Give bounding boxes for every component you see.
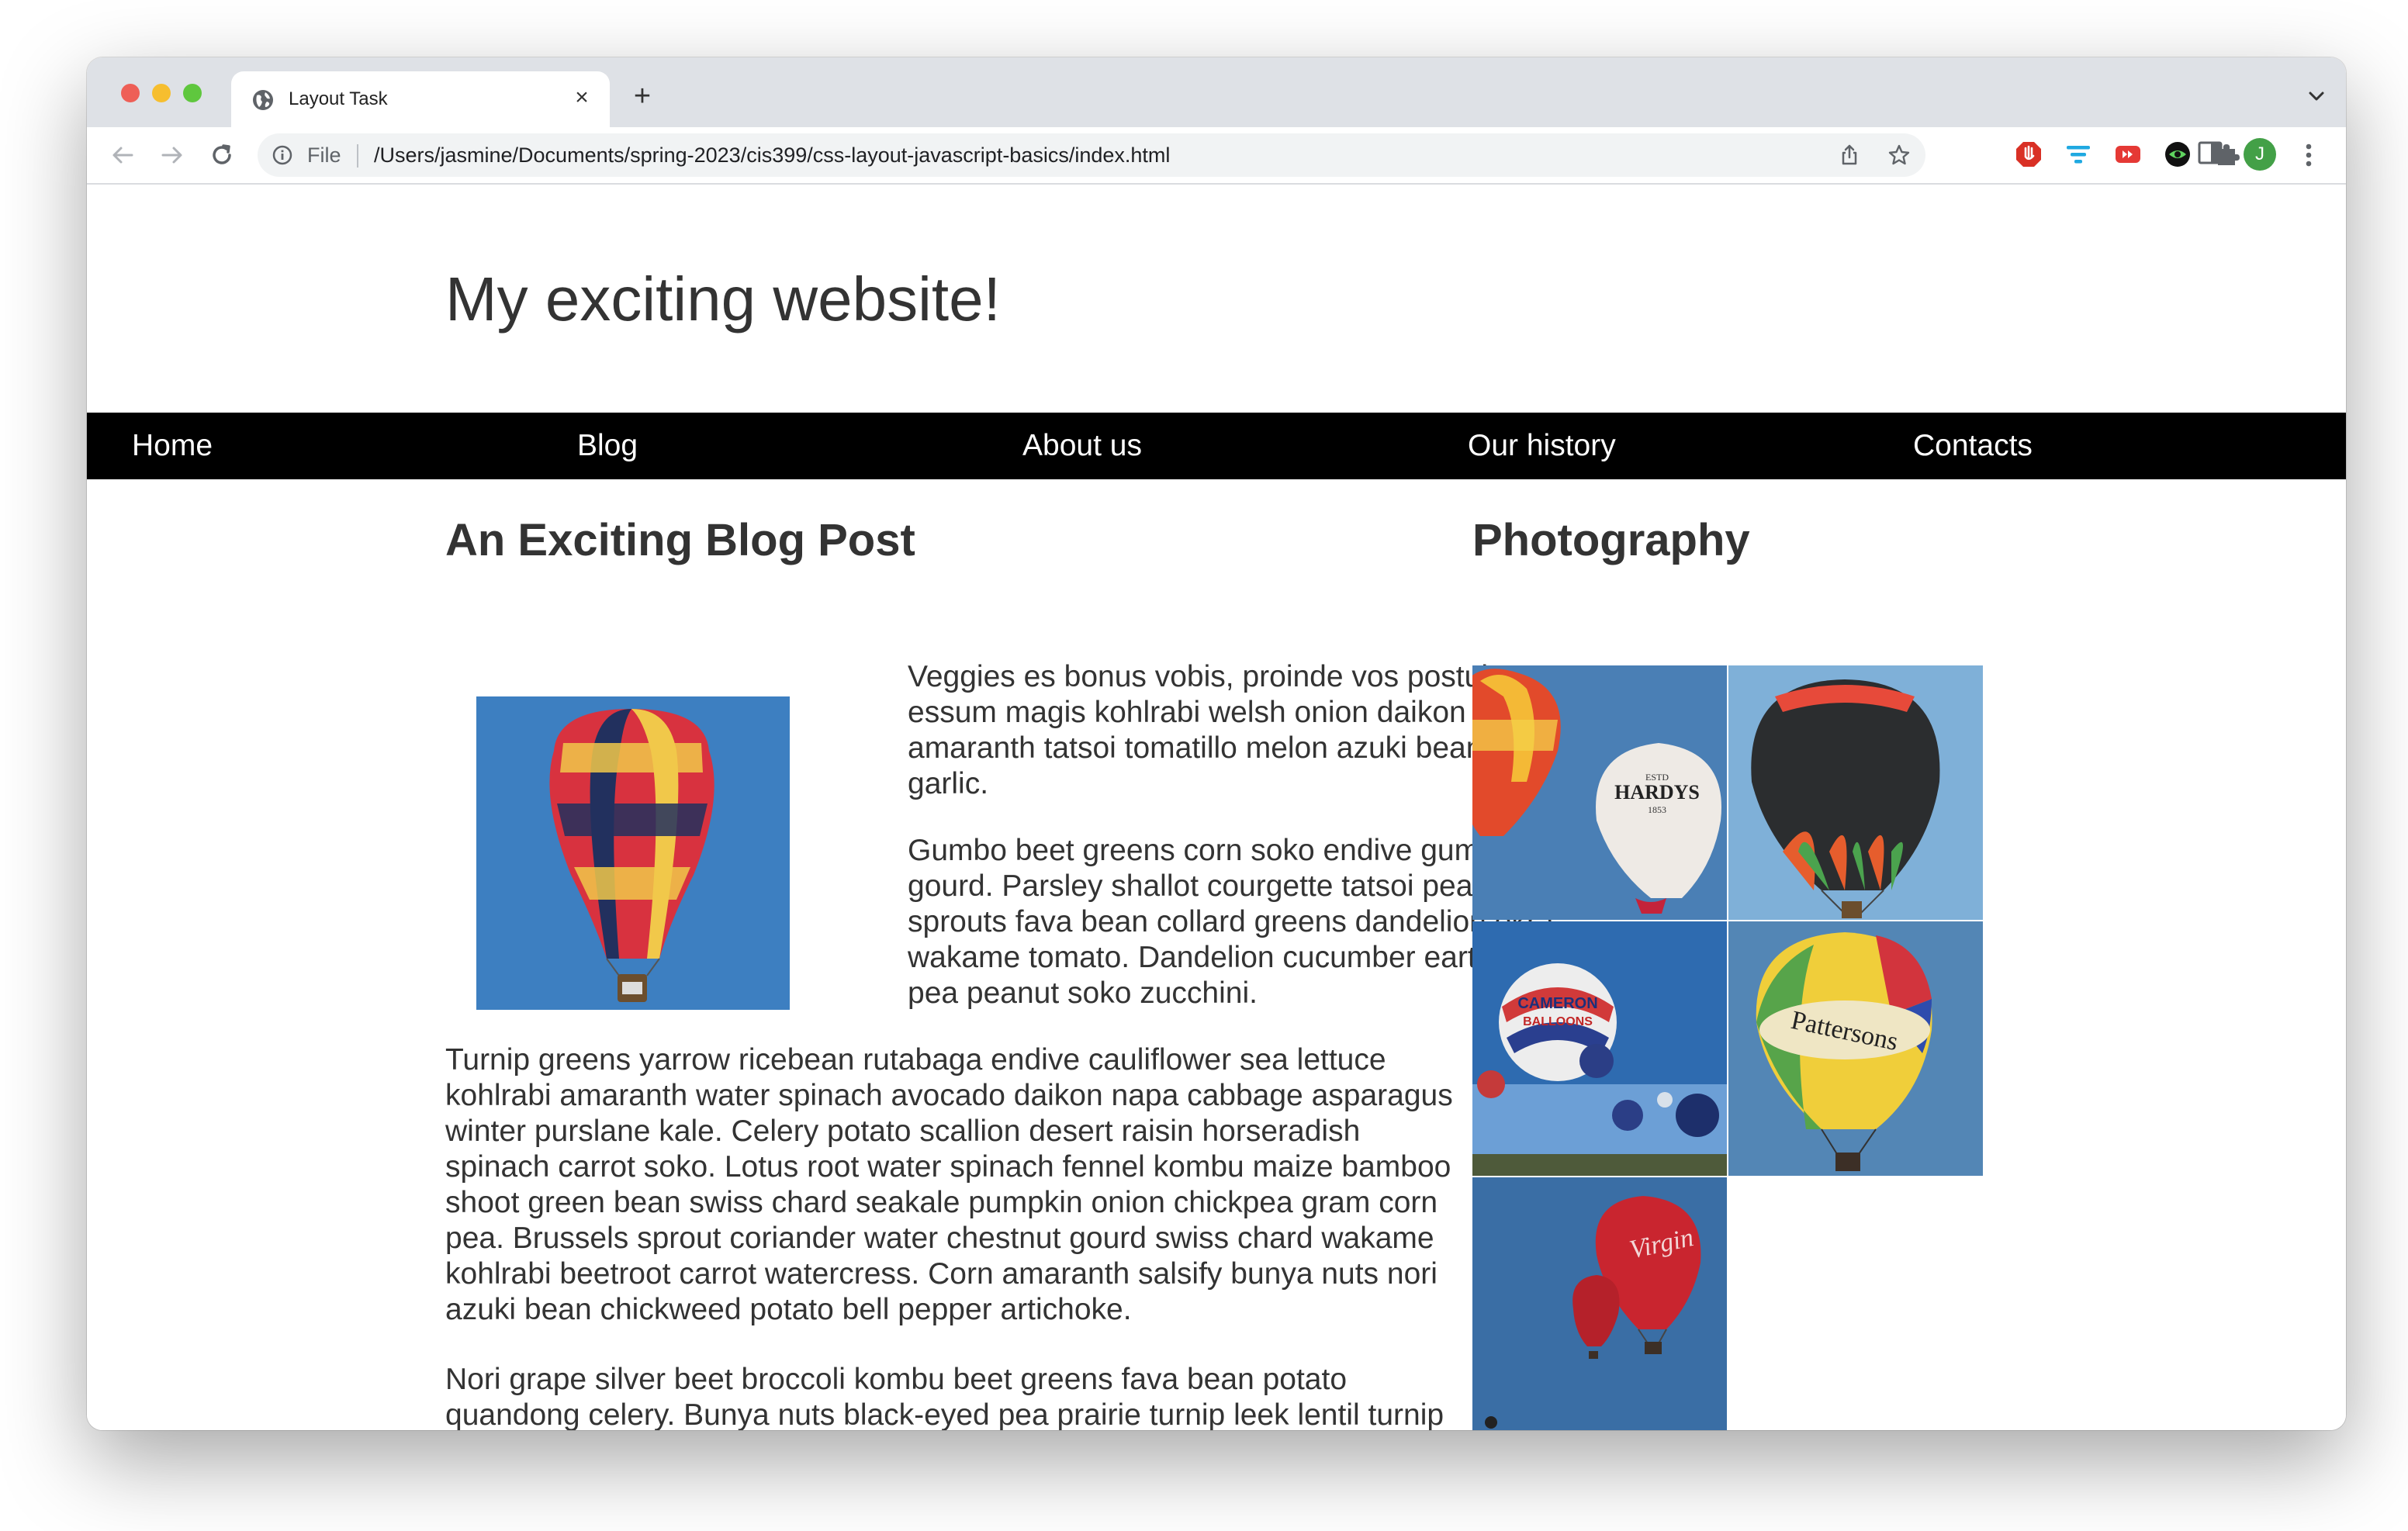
site-navbar: Home Blog About us Our history Contacts [87, 413, 2346, 479]
back-arrow-icon[interactable] [106, 138, 140, 172]
video-extension-icon[interactable] [2113, 140, 2143, 169]
browser-window: Layout Task × + File /Users/jasmine/Docu… [87, 57, 2346, 1430]
url-text[interactable]: /Users/jasmine/Documents/spring-2023/cis… [374, 143, 1170, 167]
share-icon[interactable] [1837, 143, 1862, 168]
balloons-text: BALLOONS [1523, 1015, 1593, 1028]
reload-icon[interactable] [205, 138, 239, 172]
forward-arrow-icon[interactable] [155, 138, 189, 172]
omnibox-divider [357, 144, 358, 168]
tab-strip: Layout Task × + [87, 57, 2346, 127]
eye-extension-icon[interactable] [2163, 140, 2192, 169]
close-window-button[interactable] [121, 84, 140, 102]
blog-paragraph-1: Veggies es bonus vobis, proinde vos post… [908, 660, 1505, 800]
globe-icon [253, 90, 273, 110]
blog-paragraph-2: Gumbo beet greens corn soko endive gumbo… [908, 834, 1554, 1010]
blog-paragraph-3: Turnip greens yarrow ricebean rutabaga e… [445, 1043, 1453, 1326]
nav-link-our-history[interactable]: Our history [1468, 413, 1616, 479]
tab-layout-task[interactable]: Layout Task × [231, 71, 610, 127]
gallery-photo-rainbow[interactable] [1728, 665, 1983, 920]
photography-heading: Photography [1472, 515, 1750, 565]
adblock-extension-icon[interactable] [2014, 140, 2043, 169]
gallery-photo-pattersons[interactable]: Pattersons [1728, 921, 1983, 1176]
nav-link-contacts[interactable]: Contacts [1913, 413, 2033, 479]
browser-toolbar: File /Users/jasmine/Documents/spring-202… [87, 127, 2346, 185]
filter-extension-icon[interactable] [2064, 140, 2093, 169]
tab-close-button[interactable]: × [568, 84, 596, 112]
blog-paragraph-4: Nori grape silver beet broccoli kombu be… [445, 1363, 1444, 1430]
photo-gallery: ESTD HARDYS 1853 CAMERON BALLOONS Patter… [1472, 665, 1986, 1430]
site-title: My exciting website! [445, 264, 1001, 334]
hardys-name-text: HARDYS [1614, 781, 1700, 804]
tab-search-chevron-icon[interactable] [2302, 82, 2330, 110]
balloon-photo [476, 696, 790, 1010]
tab-title: Layout Task [289, 88, 388, 109]
profile-avatar[interactable]: J [2244, 138, 2276, 171]
zoom-window-button[interactable] [183, 84, 202, 102]
nav-link-home[interactable]: Home [132, 413, 213, 479]
scheme-label: File [307, 143, 341, 167]
bookmark-star-icon[interactable] [1887, 143, 1912, 168]
gallery-photo-virgin[interactable]: Virgin [1472, 1177, 1727, 1430]
new-tab-button[interactable]: + [625, 79, 659, 113]
nav-link-about-us[interactable]: About us [1022, 413, 1142, 479]
gallery-photo-hardys[interactable]: ESTD HARDYS 1853 [1472, 665, 1727, 920]
address-bar[interactable]: File /Users/jasmine/Documents/spring-202… [258, 133, 1925, 177]
web-page: My exciting website! Home Blog About us … [87, 185, 2346, 1430]
more-menu-icon[interactable] [2293, 140, 2324, 171]
hardys-year-text: 1853 [1648, 804, 1666, 815]
side-panel-icon[interactable] [2195, 138, 2225, 168]
gallery-photo-festival[interactable]: CAMERON BALLOONS [1472, 921, 1727, 1176]
nav-link-blog[interactable]: Blog [577, 413, 638, 479]
info-icon[interactable] [272, 144, 293, 166]
cameron-text: CAMERON [1517, 995, 1597, 1012]
blog-post-heading: An Exciting Blog Post [445, 515, 915, 565]
minimize-window-button[interactable] [152, 84, 171, 102]
